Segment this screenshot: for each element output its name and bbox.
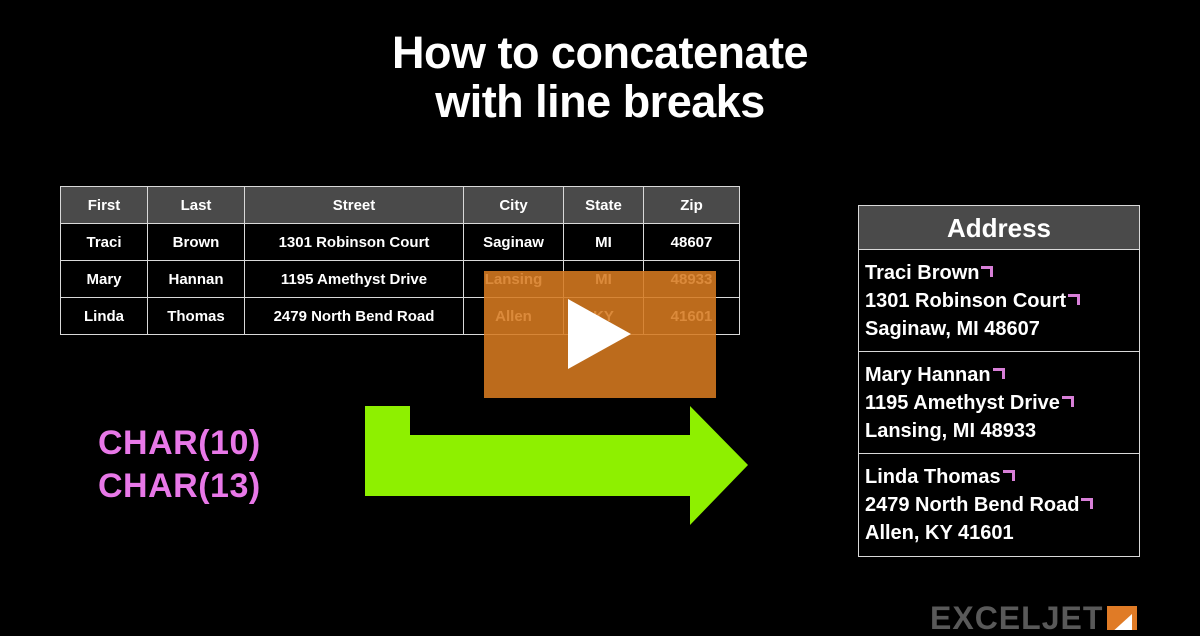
line-break-marker-icon <box>1081 498 1094 509</box>
logo-mark-icon <box>1107 606 1138 630</box>
address-cell: Mary Hannan 1195 Amethyst Drive Lansing,… <box>859 352 1139 454</box>
logo-wordmark: EXCELJET <box>930 600 1104 636</box>
address-street-line: 1195 Amethyst Drive <box>865 389 1139 417</box>
cell-state: MI <box>563 223 644 261</box>
table-row: Traci Brown 1301 Robinson Court Saginaw … <box>60 223 740 261</box>
address-street-line: 2479 North Bend Road <box>865 491 1139 519</box>
address-cell: Traci Brown 1301 Robinson Court Saginaw,… <box>859 250 1139 352</box>
address-name-line: Linda Thomas <box>865 463 1139 491</box>
address-street-line: 1301 Robinson Court <box>865 287 1139 315</box>
column-header-street: Street <box>244 186 464 224</box>
line-break-marker-icon <box>1068 294 1081 305</box>
address-column-header: Address <box>859 206 1139 250</box>
cell-first: Mary <box>60 260 148 298</box>
address-name-line: Traci Brown <box>865 259 1139 287</box>
char13-label: CHAR(13) <box>98 467 261 505</box>
char10-label: CHAR(10) <box>98 424 261 462</box>
address-citystate-line: Allen, KY 41601 <box>865 522 1014 544</box>
play-triangle-icon[interactable] <box>568 299 631 369</box>
cell-first: Traci <box>60 223 148 261</box>
line-break-marker-icon <box>992 368 1005 379</box>
bent-right-arrow-icon <box>365 406 748 525</box>
cell-last: Hannan <box>147 260 245 298</box>
cell-street: 2479 North Bend Road <box>244 297 464 335</box>
cell-street: 1195 Amethyst Drive <box>244 260 464 298</box>
column-header-first: First <box>60 186 148 224</box>
cell-last: Thomas <box>147 297 245 335</box>
column-header-city: City <box>463 186 564 224</box>
cell-last: Brown <box>147 223 245 261</box>
cell-zip: 48607 <box>643 223 740 261</box>
column-header-last: Last <box>147 186 245 224</box>
column-header-zip: Zip <box>643 186 740 224</box>
cell-street: 1301 Robinson Court <box>244 223 464 261</box>
address-cell: Linda Thomas 2479 North Bend Road Allen,… <box>859 454 1139 556</box>
page-title: How to concatenate with line breaks <box>0 28 1200 126</box>
address-name-line: Mary Hannan <box>865 361 1139 389</box>
page-title-line-1: How to concatenate <box>391 27 809 78</box>
address-citystate-line: Lansing, MI 48933 <box>865 420 1037 442</box>
table-header-row: First Last Street City State Zip <box>60 186 740 224</box>
address-result-panel: Address Traci Brown 1301 Robinson Court … <box>858 205 1140 557</box>
line-break-marker-icon <box>1002 470 1015 481</box>
page-title-line-2: with line breaks <box>435 76 765 127</box>
column-header-state: State <box>563 186 644 224</box>
char-formula-labels: CHAR(10) CHAR(13) <box>98 422 261 508</box>
cell-city: Saginaw <box>463 223 564 261</box>
exceljet-logo: EXCELJET <box>930 600 1138 636</box>
cell-first: Linda <box>60 297 148 335</box>
address-citystate-line: Saginaw, MI 48607 <box>865 318 1040 340</box>
line-break-marker-icon <box>1061 396 1074 407</box>
line-break-marker-icon <box>981 266 994 277</box>
